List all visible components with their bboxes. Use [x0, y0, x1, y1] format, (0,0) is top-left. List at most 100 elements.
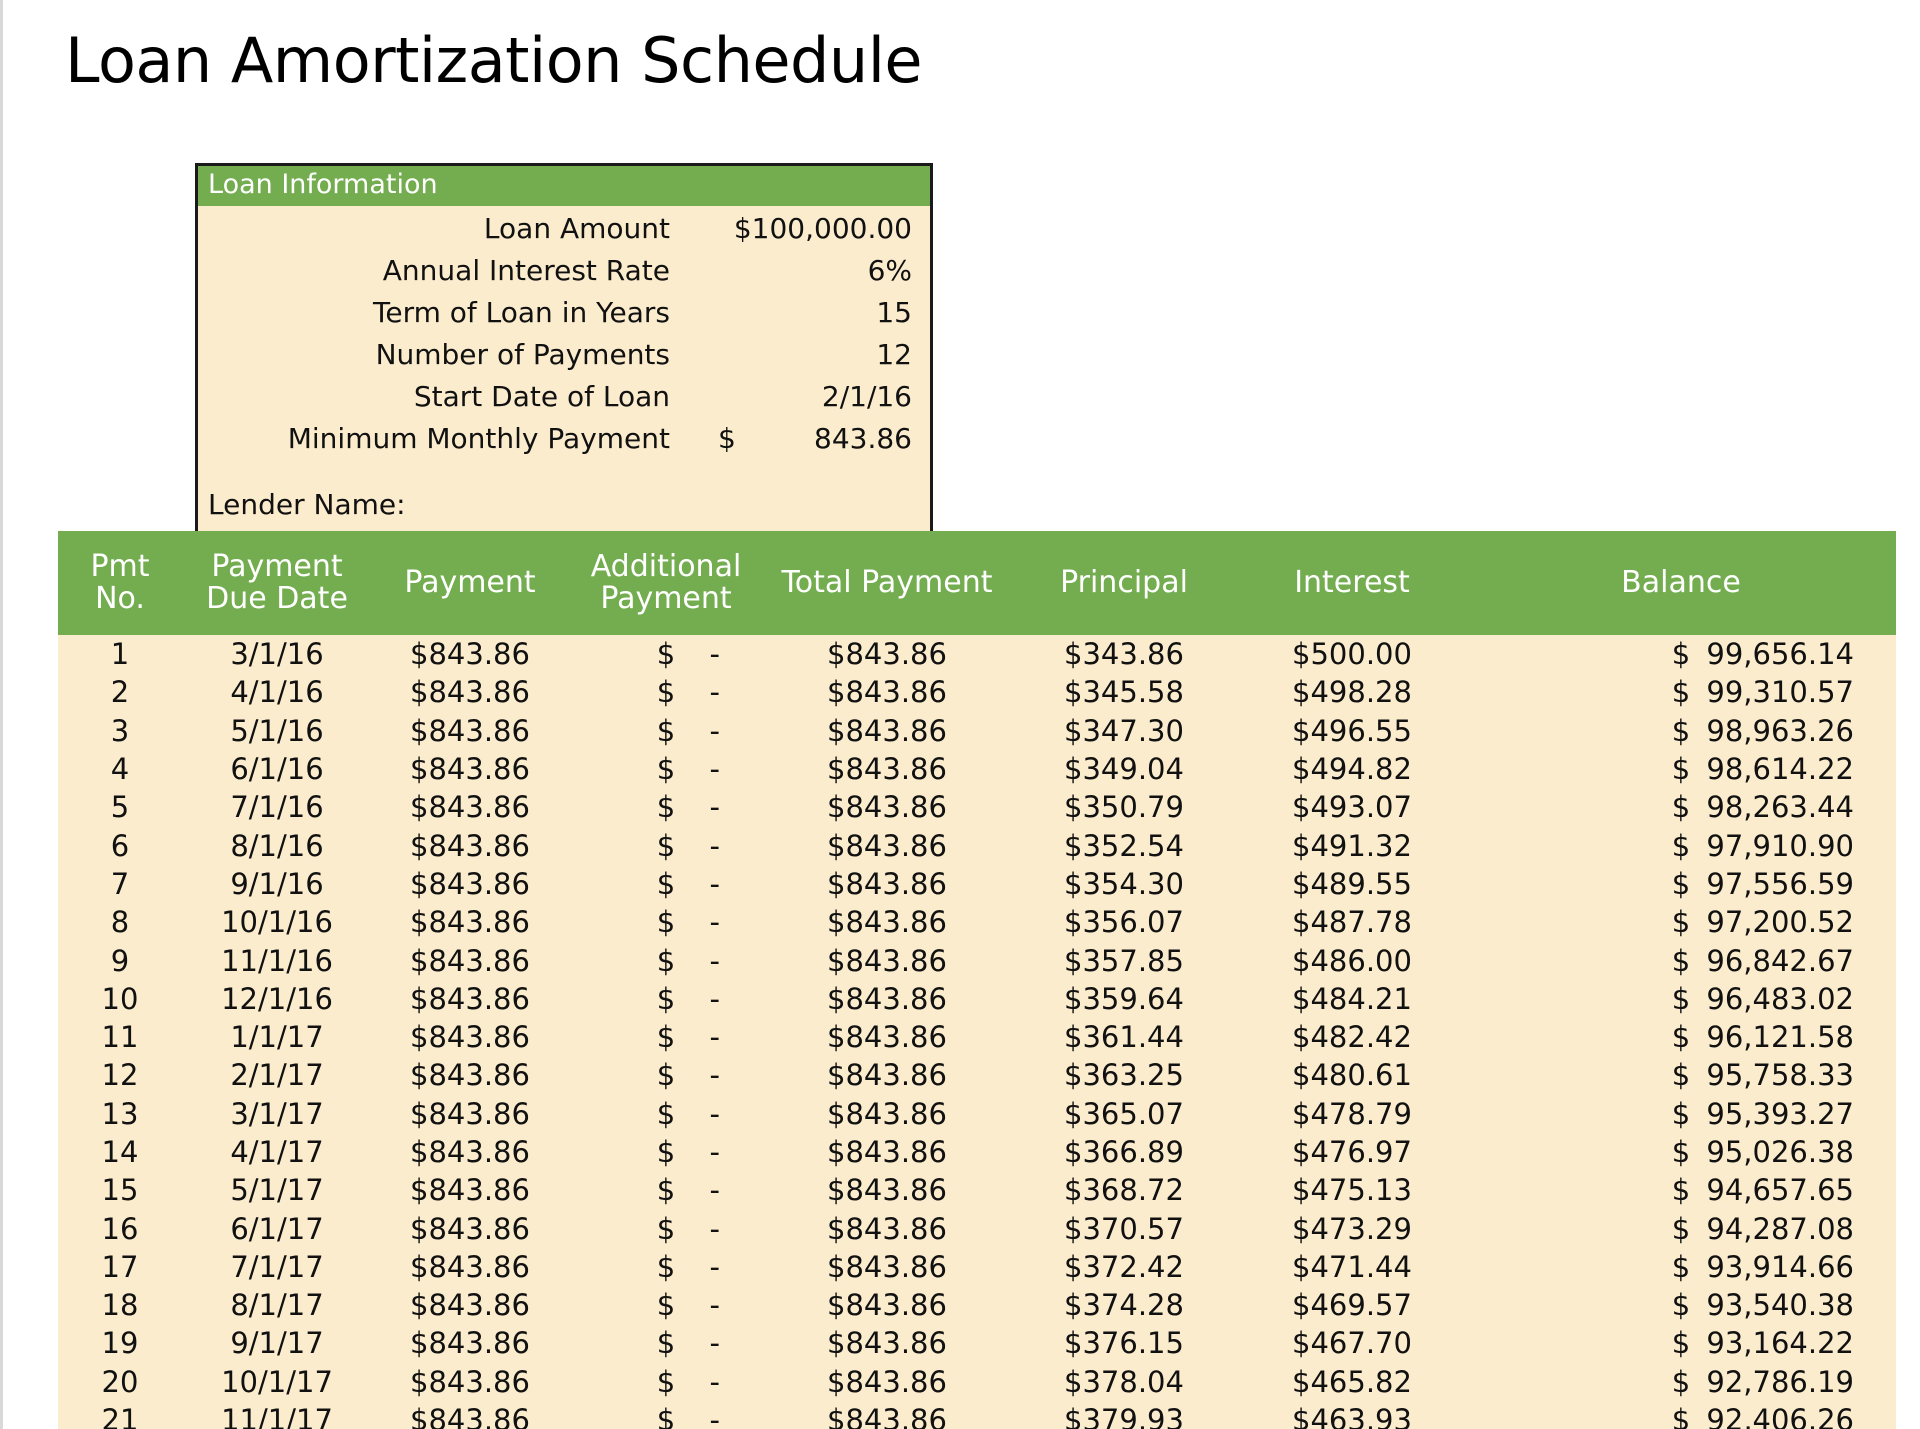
table-row[interactable]: 19 9/1/17 $843.86 $ - $843.86 $376.15 $467.70 $9…	[58, 1324, 1896, 1363]
cell-interest[interactable]: $465.82	[1238, 1362, 1466, 1401]
cell-additional-payment[interactable]: $ -	[568, 711, 764, 750]
cell-payment[interactable]: $843.86	[372, 711, 568, 750]
cell-principal[interactable]: $345.58	[1010, 673, 1238, 712]
cell-additional-payment[interactable]: $ -	[568, 1094, 764, 1133]
cell-total-payment[interactable]: $843.86	[764, 1400, 1010, 1429]
cell-balance[interactable]: $95,026.38	[1466, 1132, 1896, 1172]
cell-payment[interactable]: $843.86	[372, 941, 568, 980]
cell-total-payment[interactable]: $843.86	[764, 711, 1010, 750]
table-row[interactable]: 20 10/1/17 $843.86 $ - $843.86 $378.04 $465.82 $…	[58, 1362, 1896, 1401]
cell-balance[interactable]: $96,842.67	[1466, 941, 1896, 980]
cell-pmt-no[interactable]: 2	[58, 673, 182, 712]
cell-principal[interactable]: $363.25	[1010, 1056, 1238, 1095]
cell-total-payment[interactable]: $843.86	[764, 903, 1010, 942]
cell-principal[interactable]: $368.72	[1010, 1171, 1238, 1210]
cell-additional-payment[interactable]: $ -	[568, 1017, 764, 1057]
cell-principal[interactable]: $361.44	[1010, 1017, 1238, 1057]
cell-total-payment[interactable]: $843.86	[764, 864, 1010, 904]
cell-principal[interactable]: $378.04	[1010, 1362, 1238, 1401]
cell-interest[interactable]: $486.00	[1238, 941, 1466, 980]
cell-payment[interactable]: $843.86	[372, 1171, 568, 1210]
cell-interest[interactable]: $484.21	[1238, 979, 1466, 1018]
cell-pmt-no[interactable]: 18	[58, 1286, 182, 1325]
cell-interest[interactable]: $476.97	[1238, 1132, 1466, 1172]
cell-total-payment[interactable]: $843.86	[764, 635, 1010, 674]
number-of-payments-value[interactable]: 12	[692, 338, 912, 371]
cell-payment[interactable]: $843.86	[372, 1286, 568, 1325]
annual-interest-rate-value[interactable]: 6%	[692, 254, 912, 287]
cell-balance[interactable]: $93,164.22	[1466, 1324, 1896, 1363]
cell-interest[interactable]: $467.70	[1238, 1324, 1466, 1363]
column-header-total-payment[interactable]: Total Payment	[764, 531, 1010, 635]
cell-due-date[interactable]: 9/1/17	[182, 1324, 372, 1363]
cell-balance[interactable]: $95,393.27	[1466, 1094, 1896, 1133]
table-row[interactable]: 11 1/1/17 $843.86 $ - $843.86 $361.44 $482.42 $9…	[58, 1017, 1896, 1057]
column-header-pmt-no[interactable]: Pmt No.	[58, 531, 182, 635]
cell-balance[interactable]: $92,406.26	[1466, 1400, 1896, 1429]
cell-payment[interactable]: $843.86	[372, 903, 568, 942]
cell-additional-payment[interactable]: $ -	[568, 826, 764, 865]
cell-payment[interactable]: $843.86	[372, 1017, 568, 1057]
cell-additional-payment[interactable]: $ -	[568, 864, 764, 904]
cell-balance[interactable]: $96,483.02	[1466, 979, 1896, 1018]
cell-total-payment[interactable]: $843.86	[764, 673, 1010, 712]
cell-balance[interactable]: $99,310.57	[1466, 673, 1896, 712]
cell-additional-payment[interactable]: $ -	[568, 635, 764, 674]
table-row[interactable]: 21 11/1/17 $843.86 $ - $843.86 $379.93 $463.93 $…	[58, 1400, 1896, 1429]
start-date-value[interactable]: 2/1/16	[692, 380, 912, 413]
cell-additional-payment[interactable]: $ -	[568, 1400, 764, 1429]
cell-principal[interactable]: $356.07	[1010, 903, 1238, 942]
cell-principal[interactable]: $366.89	[1010, 1132, 1238, 1172]
cell-pmt-no[interactable]: 3	[58, 711, 182, 750]
table-row[interactable]: 13 3/1/17 $843.86 $ - $843.86 $365.07 $478.79 $9…	[58, 1094, 1896, 1133]
cell-additional-payment[interactable]: $ -	[568, 749, 764, 789]
cell-pmt-no[interactable]: 7	[58, 864, 182, 904]
cell-payment[interactable]: $843.86	[372, 1400, 568, 1429]
column-header-payment[interactable]: Payment	[372, 531, 568, 635]
cell-additional-payment[interactable]: $ -	[568, 979, 764, 1018]
column-header-balance[interactable]: Balance	[1466, 531, 1896, 635]
cell-payment[interactable]: $843.86	[372, 1324, 568, 1363]
minimum-monthly-payment-value[interactable]: $ 843.86	[692, 422, 912, 455]
cell-additional-payment[interactable]: $ -	[568, 903, 764, 942]
cell-due-date[interactable]: 6/1/16	[182, 749, 372, 789]
cell-due-date[interactable]: 11/1/16	[182, 941, 372, 980]
cell-balance[interactable]: $96,121.58	[1466, 1017, 1896, 1057]
cell-additional-payment[interactable]: $ -	[568, 673, 764, 712]
table-row[interactable]: 14 4/1/17 $843.86 $ - $843.86 $366.89 $476.97 $9…	[58, 1132, 1896, 1172]
cell-due-date[interactable]: 1/1/17	[182, 1017, 372, 1057]
cell-additional-payment[interactable]: $ -	[568, 1286, 764, 1325]
cell-due-date[interactable]: 4/1/17	[182, 1132, 372, 1172]
cell-balance[interactable]: $94,287.08	[1466, 1209, 1896, 1248]
column-header-payment-due-date[interactable]: Payment Due Date	[182, 531, 372, 635]
cell-additional-payment[interactable]: $ -	[568, 1209, 764, 1248]
cell-additional-payment[interactable]: $ -	[568, 1171, 764, 1210]
cell-balance[interactable]: $98,963.26	[1466, 711, 1896, 750]
cell-additional-payment[interactable]: $ -	[568, 941, 764, 980]
cell-balance[interactable]: $95,758.33	[1466, 1056, 1896, 1095]
cell-interest[interactable]: $469.57	[1238, 1286, 1466, 1325]
cell-pmt-no[interactable]: 16	[58, 1209, 182, 1248]
cell-pmt-no[interactable]: 11	[58, 1017, 182, 1057]
cell-due-date[interactable]: 12/1/16	[182, 979, 372, 1018]
cell-payment[interactable]: $843.86	[372, 979, 568, 1018]
cell-due-date[interactable]: 3/1/17	[182, 1094, 372, 1133]
cell-interest[interactable]: $471.44	[1238, 1247, 1466, 1287]
cell-principal[interactable]: $352.54	[1010, 826, 1238, 865]
cell-pmt-no[interactable]: 9	[58, 941, 182, 980]
cell-additional-payment[interactable]: $ -	[568, 1362, 764, 1401]
cell-total-payment[interactable]: $843.86	[764, 749, 1010, 789]
cell-principal[interactable]: $349.04	[1010, 749, 1238, 789]
cell-principal[interactable]: $379.93	[1010, 1400, 1238, 1429]
loan-amount-value[interactable]: $100,000.00	[692, 212, 912, 245]
cell-principal[interactable]: $374.28	[1010, 1286, 1238, 1325]
cell-total-payment[interactable]: $843.86	[764, 1094, 1010, 1133]
cell-principal[interactable]: $376.15	[1010, 1324, 1238, 1363]
cell-interest[interactable]: $496.55	[1238, 711, 1466, 750]
cell-due-date[interactable]: 8/1/17	[182, 1286, 372, 1325]
cell-due-date[interactable]: 8/1/16	[182, 826, 372, 865]
cell-additional-payment[interactable]: $ -	[568, 1247, 764, 1287]
cell-principal[interactable]: $347.30	[1010, 711, 1238, 750]
cell-interest[interactable]: $473.29	[1238, 1209, 1466, 1248]
cell-balance[interactable]: $97,556.59	[1466, 864, 1896, 904]
